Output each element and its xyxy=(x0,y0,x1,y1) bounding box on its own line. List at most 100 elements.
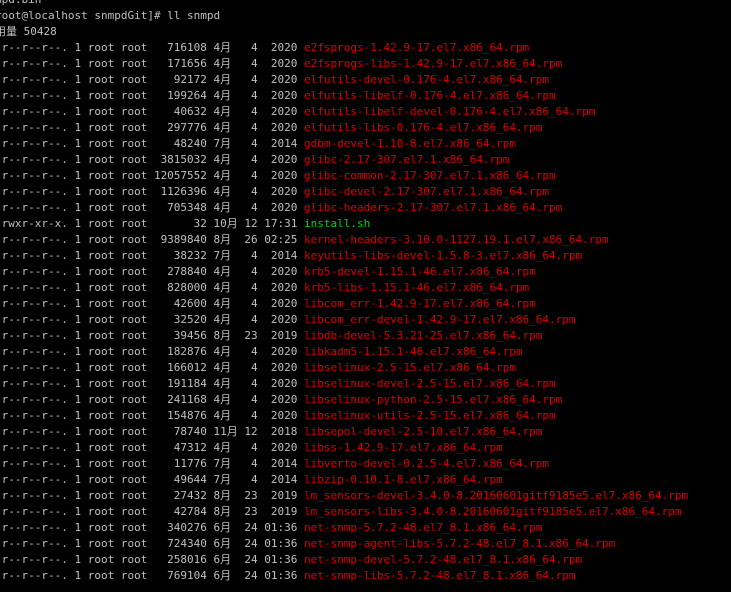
file-meta: -r--r--r--. 1 root root 11776 7月 4 2014 xyxy=(0,457,305,470)
file-name: install.sh xyxy=(304,217,371,230)
file-row: -r--r--r--. 1 root root 716108 4月 4 2020… xyxy=(0,40,688,56)
file-meta: -r--r--r--. 1 root root 9389840 8月 26 02… xyxy=(0,233,305,246)
file-row: -r--r--r--. 1 root root 166012 4月 4 2020… xyxy=(0,360,688,376)
file-row: -r--r--r--. 1 root root 3815032 4月 4 202… xyxy=(0,152,688,168)
file-name: libselinux-devel-2.5-15.el7.x86_64.rpm xyxy=(304,377,556,390)
file-meta: -r--r--r--. 1 root root 49644 7月 4 2014 xyxy=(0,473,305,486)
file-row: -r--r--r--. 1 root root 11776 7月 4 2014 … xyxy=(0,456,688,472)
file-row: -r--r--r--. 1 root root 38232 7月 4 2014 … xyxy=(0,248,688,264)
file-row: -r--r--r--. 1 root root 78740 11月 12 201… xyxy=(0,424,688,440)
file-meta: -r--r--r--. 1 root root 92172 4月 4 2020 xyxy=(0,73,305,86)
file-name: e2fsprogs-libs-1.42.9-17.el7.x86_64.rpm xyxy=(304,57,563,70)
file-name: krb5-devel-1.15.1-46.el7.x86_64.rpm xyxy=(304,265,536,278)
file-meta: -r--r--r--. 1 root root 191184 4月 4 2020 xyxy=(0,377,305,390)
file-name: net-snmp-libs-5.7.2-48.el7_8.1.x86_64.rp… xyxy=(304,569,576,582)
file-name: gdbm-devel-1.10-8.el7.x86_64.rpm xyxy=(304,137,516,150)
command-prompt-line: root@localhost snmpdGit]# ll snmpd xyxy=(0,9,221,22)
file-row: -r--r--r--. 1 root root 48240 7月 4 2014 … xyxy=(0,136,688,152)
terminal-output: mpd.bin root@localhost snmpdGit]# ll snm… xyxy=(0,0,688,584)
file-name: glibc-common-2.17-307.el7.1.x86_64.rpm xyxy=(304,169,556,182)
file-meta: -r--r--r--. 1 root root 32520 4月 4 2020 xyxy=(0,313,305,326)
file-meta: -r--r--r--. 1 root root 1126396 4月 4 202… xyxy=(0,185,305,198)
total-usage-line: 用量 50428 xyxy=(0,25,57,38)
file-name: libcom_err-devel-1.42.9-17.el7.x86_64.rp… xyxy=(304,313,576,326)
file-name: libkadm5-1.15.1-46.el7.x86_64.rpm xyxy=(304,345,523,358)
file-name: glibc-devel-2.17-307.el7.1.x86_64.rpm xyxy=(304,185,550,198)
file-row: -r--r--r--. 1 root root 27432 8月 23 2019… xyxy=(0,488,688,504)
file-name: elfutils-libelf-devel-0.176-4.el7.x86_64… xyxy=(304,105,596,118)
file-meta: -r--r--r--. 1 root root 340276 6月 24 01:… xyxy=(0,521,305,534)
file-meta: -rwxr-xr-x. 1 root root 32 10月 12 17:31 xyxy=(0,217,305,230)
file-meta: -r--r--r--. 1 root root 3815032 4月 4 202… xyxy=(0,153,305,166)
file-row: -r--r--r--. 1 root root 1126396 4月 4 202… xyxy=(0,184,688,200)
file-meta: -r--r--r--. 1 root root 47312 4月 4 2020 xyxy=(0,441,305,454)
file-row: -r--r--r--. 1 root root 258016 6月 24 01:… xyxy=(0,552,688,568)
file-meta: -r--r--r--. 1 root root 166012 4月 4 2020 xyxy=(0,361,305,374)
file-meta: -r--r--r--. 1 root root 154876 4月 4 2020 xyxy=(0,409,305,422)
file-row: -r--r--r--. 1 root root 278840 4月 4 2020… xyxy=(0,264,688,280)
file-row: -r--r--r--. 1 root root 828000 4月 4 2020… xyxy=(0,280,688,296)
file-meta: -r--r--r--. 1 root root 12057552 4月 4 20… xyxy=(0,169,305,182)
file-row: -r--r--r--. 1 root root 705348 4月 4 2020… xyxy=(0,200,688,216)
file-row: -r--r--r--. 1 root root 297776 4月 4 2020… xyxy=(0,120,688,136)
file-meta: -r--r--r--. 1 root root 769104 6月 24 01:… xyxy=(0,569,305,582)
file-name: net-snmp-agent-libs-5.7.2-48.el7_8.1.x86… xyxy=(304,537,616,550)
file-meta: -r--r--r--. 1 root root 27432 8月 23 2019 xyxy=(0,489,305,502)
file-name: e2fsprogs-1.42.9-17.el7.x86_64.rpm xyxy=(304,41,530,54)
file-name: libsepol-devel-2.5-10.el7.x86_64.rpm xyxy=(304,425,543,438)
file-row: -rwxr-xr-x. 1 root root 32 10月 12 17:31 … xyxy=(0,216,688,232)
file-row: -r--r--r--. 1 root root 40632 4月 4 2020 … xyxy=(0,104,688,120)
file-meta: -r--r--r--. 1 root root 38232 7月 4 2014 xyxy=(0,249,305,262)
file-meta: -r--r--r--. 1 root root 48240 7月 4 2014 xyxy=(0,137,305,150)
file-meta: -r--r--r--. 1 root root 171656 4月 4 2020 xyxy=(0,57,305,70)
file-name: glibc-2.17-307.el7.1.x86_64.rpm xyxy=(304,153,510,166)
file-meta: -r--r--r--. 1 root root 828000 4月 4 2020 xyxy=(0,281,305,294)
file-name: libss-1.42.9-17.el7.x86_64.rpm xyxy=(304,441,503,454)
file-name: elfutils-devel-0.176-4.el7.x86_64.rpm xyxy=(304,73,550,86)
file-meta: -r--r--r--. 1 root root 40632 4月 4 2020 xyxy=(0,105,305,118)
file-row: -r--r--r--. 1 root root 32520 4月 4 2020 … xyxy=(0,312,688,328)
file-meta: -r--r--r--. 1 root root 241168 4月 4 2020 xyxy=(0,393,305,406)
file-name: kernel-headers-3.10.0-1127.19.1.el7.x86_… xyxy=(304,233,609,246)
file-meta: -r--r--r--. 1 root root 42600 4月 4 2020 xyxy=(0,297,305,310)
file-row: -r--r--r--. 1 root root 769104 6月 24 01:… xyxy=(0,568,688,584)
file-name: net-snmp-devel-5.7.2-48.el7_8.1.x86_64.r… xyxy=(304,553,583,566)
file-row: -r--r--r--. 1 root root 199264 4月 4 2020… xyxy=(0,88,688,104)
file-meta: -r--r--r--. 1 root root 278840 4月 4 2020 xyxy=(0,265,305,278)
file-meta: -r--r--r--. 1 root root 182876 4月 4 2020 xyxy=(0,345,305,358)
file-meta: -r--r--r--. 1 root root 705348 4月 4 2020 xyxy=(0,201,305,214)
file-row: -r--r--r--. 1 root root 12057552 4月 4 20… xyxy=(0,168,688,184)
file-row: -r--r--r--. 1 root root 39456 8月 23 2019… xyxy=(0,328,688,344)
file-name: keyutils-libs-devel-1.5.8-3.el7.x86_64.r… xyxy=(304,249,583,262)
file-meta: -r--r--r--. 1 root root 724340 6月 24 01:… xyxy=(0,537,305,550)
file-row: -r--r--r--. 1 root root 182876 4月 4 2020… xyxy=(0,344,688,360)
file-name: krb5-libs-1.15.1-46.el7.x86_64.rpm xyxy=(304,281,530,294)
file-name: libselinux-utils-2.5-15.el7.x86_64.rpm xyxy=(304,409,556,422)
terminal-window[interactable]: mpd.bin root@localhost snmpdGit]# ll snm… xyxy=(0,0,731,592)
file-meta: -r--r--r--. 1 root root 39456 8月 23 2019 xyxy=(0,329,305,342)
file-name: libselinux-python-2.5-15.el7.x86_64.rpm xyxy=(304,393,563,406)
file-row: -r--r--r--. 1 root root 154876 4月 4 2020… xyxy=(0,408,688,424)
file-name: libverto-devel-0.2.5-4.el7.x86_64.rpm xyxy=(304,457,550,470)
file-name: lm_sensors-devel-3.4.0-8.20160601gitf918… xyxy=(304,489,689,502)
file-name: libdb-devel-5.3.21-25.el7.x86_64.rpm xyxy=(304,329,543,342)
file-row: -r--r--r--. 1 root root 9389840 8月 26 02… xyxy=(0,232,688,248)
file-row: -r--r--r--. 1 root root 191184 4月 4 2020… xyxy=(0,376,688,392)
file-meta: -r--r--r--. 1 root root 42784 8月 23 2019 xyxy=(0,505,305,518)
file-row: -r--r--r--. 1 root root 47312 4月 4 2020 … xyxy=(0,440,688,456)
file-name: libselinux-2.5-15.el7.x86_64.rpm xyxy=(304,361,516,374)
file-name: libzip-0.10.1-8.el7.x86_64.rpm xyxy=(304,473,503,486)
file-meta: -r--r--r--. 1 root root 199264 4月 4 2020 xyxy=(0,89,305,102)
file-name: libcom_err-1.42.9-17.el7.x86_64.rpm xyxy=(304,297,536,310)
file-meta: -r--r--r--. 1 root root 78740 11月 12 201… xyxy=(0,425,305,438)
file-name: glibc-headers-2.17-307.el7.1.x86_64.rpm xyxy=(304,201,563,214)
file-meta: -r--r--r--. 1 root root 716108 4月 4 2020 xyxy=(0,41,305,54)
file-row: -r--r--r--. 1 root root 724340 6月 24 01:… xyxy=(0,536,688,552)
file-row: -r--r--r--. 1 root root 171656 4月 4 2020… xyxy=(0,56,688,72)
file-row: -r--r--r--. 1 root root 49644 7月 4 2014 … xyxy=(0,472,688,488)
file-name: elfutils-libs-0.176-4.el7.x86_64.rpm xyxy=(304,121,543,134)
file-row: -r--r--r--. 1 root root 42600 4月 4 2020 … xyxy=(0,296,688,312)
output-line: mpd.bin xyxy=(0,0,688,8)
file-meta: -r--r--r--. 1 root root 297776 4月 4 2020 xyxy=(0,121,305,134)
file-name: lm_sensors-libs-3.4.0-8.20160601gitf9185… xyxy=(304,505,682,518)
